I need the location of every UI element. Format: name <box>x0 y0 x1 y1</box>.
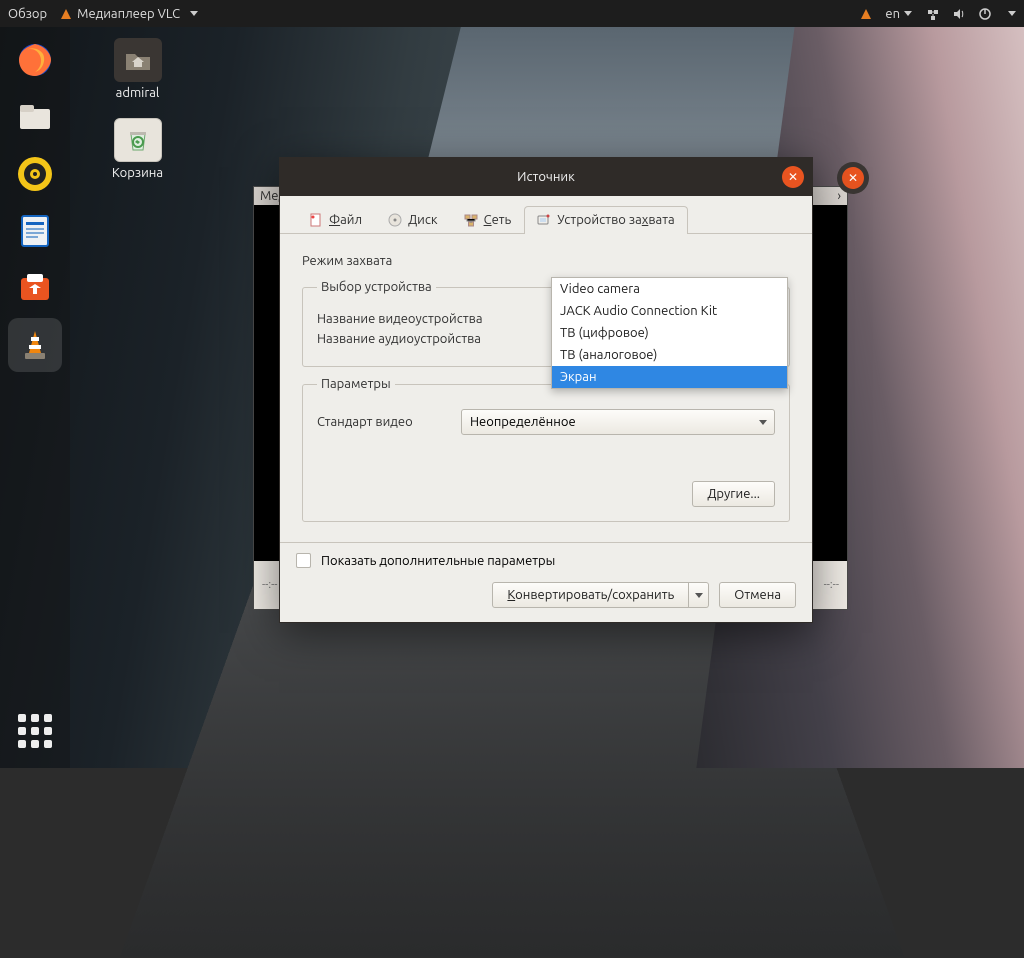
cancel-button[interactable]: Отмена <box>719 582 796 608</box>
desktop-icon-home[interactable]: admiral <box>100 38 175 100</box>
top-panel: Обзор Медиаплеер VLC en <box>0 0 1024 27</box>
app-menu[interactable]: Медиаплеер VLC <box>61 7 198 21</box>
tab-file[interactable]: Файл <box>296 206 375 234</box>
video-standard-value: Неопределённое <box>470 415 576 429</box>
trash-icon <box>126 127 150 153</box>
dropdown-option[interactable]: Video camera <box>552 278 787 300</box>
dropdown-option[interactable]: JACK Audio Connection Kit <box>552 300 787 322</box>
options-group: Параметры Стандарт видео Неопределённое … <box>302 377 790 522</box>
time-elapsed: --:-- <box>262 579 277 591</box>
tab-disc[interactable]: Диск <box>375 206 451 234</box>
dock-item-software[interactable] <box>8 261 62 315</box>
power-icon <box>978 7 992 21</box>
desktop-icon-label: Корзина <box>112 166 163 180</box>
volume-icon <box>952 7 966 21</box>
dock-item-firefox[interactable] <box>8 33 62 87</box>
dialog-title: Источник <box>517 170 575 184</box>
convert-save-dropdown[interactable] <box>689 582 709 608</box>
open-media-dialog: Источник ✕ Файл Диск Сеть Устройство зах… <box>279 157 813 623</box>
home-folder-icon <box>124 48 152 72</box>
chevron-down-icon <box>1008 11 1016 16</box>
dropdown-option[interactable]: ТВ (аналоговое) <box>552 344 787 366</box>
chevron-down-icon <box>190 11 198 16</box>
video-standard-select[interactable]: Неопределённое <box>461 409 775 435</box>
audio-device-label: Название аудиоустройства <box>317 332 507 346</box>
system-menu[interactable] <box>926 7 1016 21</box>
dock-item-files[interactable] <box>8 90 62 144</box>
dialog-buttons: Конвертировать/сохранить Отмена <box>280 582 812 622</box>
tab-network[interactable]: Сеть <box>451 206 525 234</box>
dialog-titlebar: Источник ✕ <box>280 158 812 196</box>
vlc-cone-icon <box>61 9 71 19</box>
close-icon[interactable]: ✕ <box>842 167 864 189</box>
capture-icon <box>537 213 551 227</box>
capture-mode-dropdown[interactable]: Video camera JACK Audio Connection Kit Т… <box>551 277 788 389</box>
dock-item-writer[interactable] <box>8 204 62 258</box>
time-total: --:-- <box>824 579 839 591</box>
dropdown-option[interactable]: ТВ (цифровое) <box>552 322 787 344</box>
file-icon <box>309 213 323 227</box>
network-icon <box>926 7 940 21</box>
show-more-options-checkbox[interactable] <box>296 553 311 568</box>
convert-save-button[interactable]: Конвертировать/сохранить <box>492 582 689 608</box>
chevron-down-icon <box>904 11 912 16</box>
dock-item-vlc[interactable] <box>8 318 62 372</box>
dock-item-rhythmbox[interactable] <box>8 147 62 201</box>
tab-capture-device[interactable]: Устройство захвата <box>524 206 687 234</box>
desktop-icon-label: admiral <box>116 86 160 100</box>
tab-bar: Файл Диск Сеть Устройство захвата <box>280 196 812 234</box>
desktop-icons: admiral Корзина <box>100 38 175 198</box>
dropdown-option-selected[interactable]: Экран <box>552 366 787 388</box>
options-legend: Параметры <box>317 377 395 391</box>
dialog-close-button[interactable]: ✕ <box>782 166 804 188</box>
video-standard-label: Стандарт видео <box>317 415 447 429</box>
apps-grid-icon <box>18 714 52 748</box>
vlc-indicator-icon[interactable] <box>861 9 871 19</box>
dialog-footer: Показать дополнительные параметры <box>280 543 812 582</box>
capture-mode-label: Режим захвата <box>302 254 392 268</box>
disc-icon <box>388 213 402 227</box>
activities-button[interactable]: Обзор <box>8 7 47 21</box>
network-icon <box>464 213 478 227</box>
show-more-options-label: Показать дополнительные параметры <box>321 554 555 568</box>
keyboard-layout-indicator[interactable]: en <box>885 7 912 21</box>
video-device-label: Название видеоустройства <box>317 312 507 326</box>
desktop-icon-trash[interactable]: Корзина <box>100 118 175 180</box>
device-selection-legend: Выбор устройства <box>317 280 436 294</box>
dock <box>0 27 70 768</box>
show-applications[interactable] <box>8 704 62 758</box>
advanced-options-button[interactable]: Другие... <box>692 481 775 507</box>
